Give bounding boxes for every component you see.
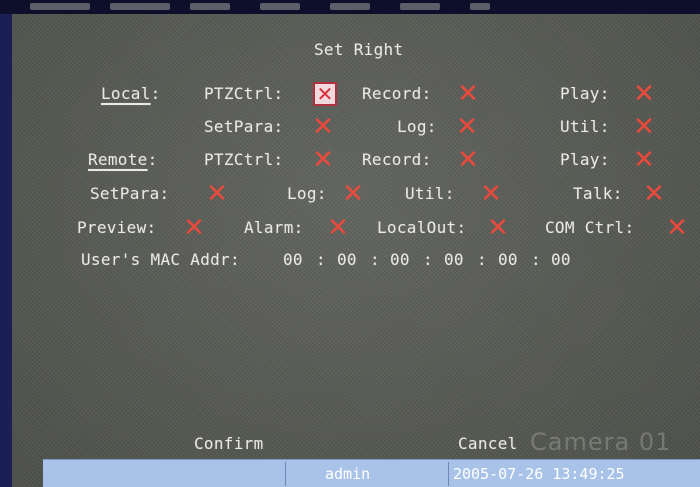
remote-ptz-checkbox[interactable]: ✕ [310,147,336,173]
remote-localout-checkbox[interactable]: ✕ [485,215,511,241]
cancel-button[interactable]: Cancel [458,434,518,454]
mac-separator: : [316,250,326,269]
remote-talk-label: Talk: [573,184,623,203]
local-ptz-label: PTZCtrl: [204,84,284,103]
remote-colon: : [147,150,158,169]
remote-comctrl-checkbox[interactable]: ✕ [664,215,690,241]
remote-record-label: Record: [362,150,432,169]
local-record-checkbox[interactable]: ✕ [455,81,481,107]
local-play-checkbox[interactable]: ✕ [631,81,657,107]
local-label: Local [101,84,151,103]
left-border [0,14,12,487]
mac-separator: : [370,250,380,269]
local-util-label: Util: [560,117,610,136]
status-bar: admin 2005-07-26 13:49:25 [43,459,700,487]
remote-alarm-label: Alarm: [244,218,304,237]
remote-preview-checkbox[interactable]: ✕ [181,215,207,241]
remote-log-checkbox[interactable]: ✕ [340,181,366,207]
remote-record-checkbox[interactable]: ✕ [455,147,481,173]
remote-util-checkbox[interactable]: ✕ [478,181,504,207]
local-ptz-checkbox[interactable]: ✕ [313,82,337,106]
mac-separator: : [423,250,433,269]
remote-talk-checkbox[interactable]: ✕ [641,181,667,207]
mac-octet-6[interactable]: 00 [551,250,571,270]
mac-octet-2[interactable]: 00 [337,250,357,270]
remote-section-label: Remote: [88,150,158,170]
remote-setpara-label: SetPara: [90,184,170,203]
remote-util-label: Util: [405,184,455,203]
confirm-button[interactable]: Confirm [194,434,264,454]
local-log-checkbox[interactable]: ✕ [454,114,480,140]
remote-play-checkbox[interactable]: ✕ [631,147,657,173]
remote-ptz-label: PTZCtrl: [204,150,284,169]
local-util-checkbox[interactable]: ✕ [631,114,657,140]
remote-localout-label: LocalOut: [377,218,467,237]
remote-label: Remote [88,150,148,169]
local-section-label: Local: [101,84,161,104]
remote-log-label: Log: [287,184,327,203]
status-datetime: 2005-07-26 13:49:25 [453,465,625,483]
local-setpara-checkbox[interactable]: ✕ [310,114,336,140]
mac-octet-1[interactable]: 00 [283,250,303,270]
top-strip [0,0,700,14]
mac-addr-label: User's MAC Addr: [81,250,240,269]
set-right-screen: Set Right Local: PTZCtrl: ✕ Record: ✕ Pl… [0,0,700,487]
status-user: admin [325,465,371,483]
remote-alarm-checkbox[interactable]: ✕ [325,215,351,241]
local-setpara-label: SetPara: [204,117,284,136]
mac-separator: : [477,250,487,269]
remote-preview-label: Preview: [77,218,157,237]
mac-octet-4[interactable]: 00 [444,250,464,270]
page-title: Set Right [314,40,404,59]
mac-separator: : [531,250,541,269]
remote-play-label: Play: [560,150,610,169]
remote-comctrl-label: COM Ctrl: [545,218,635,237]
camera-watermark: Camera 01 [530,428,672,456]
local-colon: : [150,84,161,103]
local-log-label: Log: [397,117,437,136]
status-divider [448,462,449,486]
mac-octet-5[interactable]: 00 [498,250,518,270]
mac-octet-3[interactable]: 00 [390,250,410,270]
status-divider [285,462,286,486]
local-record-label: Record: [362,84,432,103]
local-play-label: Play: [560,84,610,103]
remote-setpara-checkbox[interactable]: ✕ [204,181,230,207]
